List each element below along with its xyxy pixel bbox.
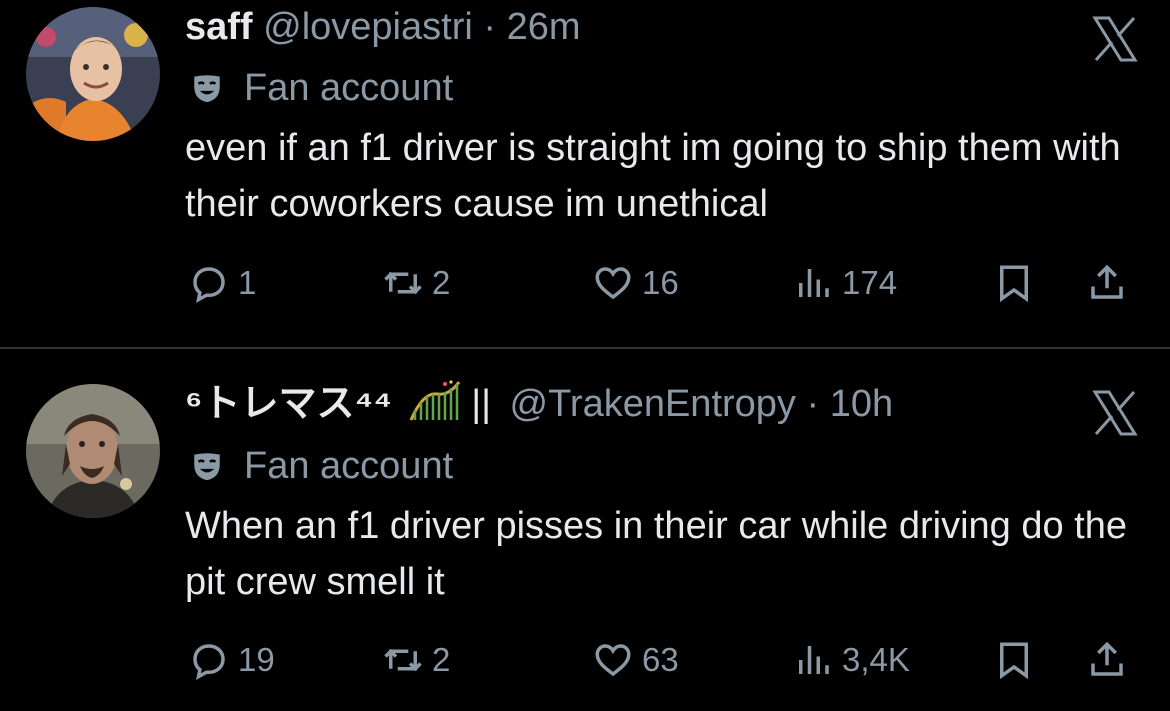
avatar[interactable] — [26, 7, 160, 141]
x-logo-icon[interactable] — [1090, 14, 1140, 64]
share-icon — [1091, 641, 1123, 676]
bookmark-button[interactable] — [993, 258, 1035, 308]
avatar-image — [26, 384, 160, 518]
theater-mask-icon — [190, 449, 224, 483]
tweet[interactable]: saff @lovepiastri · 26m Fan account even… — [0, 0, 1170, 348]
views-count: 3,4K — [842, 641, 910, 678]
tweet-header: ⁶トレマス⁴⁴ || @TrakenEntropy · 10h — [185, 380, 893, 426]
bookmark-icon — [1000, 265, 1028, 303]
retweet-button[interactable]: 2 — [382, 258, 450, 308]
reply-count: 19 — [238, 641, 275, 678]
views-button[interactable]: 174 — [792, 258, 897, 308]
reply-button[interactable]: 19 — [188, 635, 275, 685]
share-icon — [1091, 264, 1123, 299]
separator-dot: · — [483, 6, 497, 48]
tweet-text: even if an f1 driver is straight im goin… — [185, 127, 1121, 225]
separator-dot: · — [806, 383, 820, 425]
like-button[interactable]: 16 — [592, 258, 679, 308]
tweet[interactable]: ⁶トレマス⁴⁴ || @TrakenEntropy · 10h Fan acco… — [0, 350, 1170, 711]
bookmark-icon — [1000, 642, 1028, 680]
roller-coaster-icon — [409, 380, 461, 424]
heart-icon — [595, 644, 631, 677]
views-bar-icon — [799, 646, 829, 674]
like-button[interactable]: 63 — [592, 635, 679, 685]
retweet-icon — [384, 271, 422, 295]
reply-count: 1 — [238, 264, 257, 301]
action-bar: 19 2 63 3,4K — [0, 635, 1170, 685]
retweet-count: 2 — [432, 264, 451, 301]
reply-icon — [193, 267, 225, 303]
like-count: 63 — [642, 641, 679, 678]
views-bar-icon — [799, 269, 829, 297]
tweet-text: When an f1 driver pisses in their car wh… — [185, 505, 1128, 603]
display-name[interactable]: saff — [185, 6, 253, 48]
views-count: 174 — [842, 264, 898, 301]
reply-icon — [193, 644, 225, 680]
bookmark-button[interactable] — [993, 635, 1035, 685]
retweet-count: 2 — [432, 641, 451, 678]
reply-button[interactable]: 1 — [188, 258, 256, 308]
tweet-header: saff @lovepiastri · 26m — [185, 5, 581, 49]
timestamp[interactable]: 26m — [507, 6, 581, 48]
display-name-suffix: || — [471, 383, 491, 425]
share-button[interactable] — [1086, 258, 1128, 308]
account-label-text: Fan account — [244, 445, 454, 487]
timestamp[interactable]: 10h — [830, 383, 893, 425]
account-label-text: Fan account — [244, 67, 454, 109]
x-logo-icon[interactable] — [1090, 388, 1140, 438]
user-handle[interactable]: @TrakenEntropy — [510, 383, 796, 425]
display-name[interactable]: ⁶トレマス⁴⁴ — [185, 383, 392, 425]
account-label: Fan account — [190, 444, 453, 488]
user-handle[interactable]: @lovepiastri — [263, 6, 473, 48]
heart-icon — [595, 267, 631, 300]
retweet-icon — [384, 648, 422, 672]
avatar[interactable] — [26, 384, 160, 518]
views-button[interactable]: 3,4K — [792, 635, 910, 685]
share-button[interactable] — [1086, 635, 1128, 685]
theater-mask-icon — [190, 71, 224, 105]
avatar-image — [26, 7, 160, 141]
retweet-button[interactable]: 2 — [382, 635, 450, 685]
action-bar: 1 2 16 174 — [0, 258, 1170, 308]
tweet-divider — [0, 347, 1170, 349]
like-count: 16 — [642, 264, 679, 301]
account-label: Fan account — [190, 66, 453, 110]
